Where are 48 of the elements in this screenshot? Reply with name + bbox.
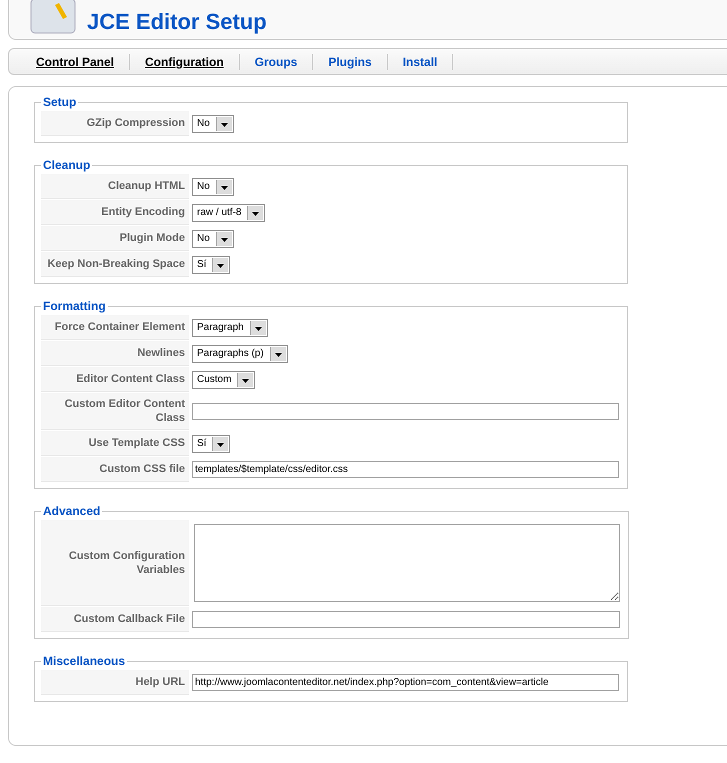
field-label: Custom Configuration Variables (41, 520, 189, 606)
caret-icon (250, 320, 266, 334)
nav-link[interactable]: Groups (240, 54, 314, 70)
field-label: Cleanup HTML (41, 174, 189, 199)
dropdown[interactable]: Paragraph (192, 318, 268, 336)
nav-link[interactable]: Install (388, 54, 454, 70)
caret-icon (216, 116, 232, 130)
caret-icon (212, 436, 228, 450)
field-label: Use Template CSS (41, 431, 189, 456)
dropdown[interactable]: Sí (192, 434, 230, 452)
dropdown[interactable]: No (192, 178, 234, 196)
field-label: Entity Encoding (41, 200, 189, 225)
input-field[interactable] (192, 403, 619, 420)
nav-link[interactable]: Configuration (130, 54, 240, 70)
dropdown[interactable]: No (192, 230, 234, 248)
caret-icon (237, 372, 254, 386)
field-label: Keep Non-Breaking Space (41, 252, 189, 277)
group-title: Formatting (42, 299, 107, 313)
input-field[interactable]: http://www.joomlacontenteditor.net/index.php?option=com_content&view=article (192, 674, 619, 691)
group-title: Advanced (42, 504, 102, 518)
dropdown[interactable]: Custom (192, 370, 256, 388)
field-label: Help URL (41, 670, 189, 695)
caret-icon (270, 346, 286, 360)
group-title: Cleanup (42, 158, 92, 172)
input-field[interactable]: templates/$template/css/editor.css (192, 461, 619, 478)
caret-icon (212, 258, 228, 272)
field-label: GZip Compression (41, 111, 189, 136)
text-area[interactable] (194, 524, 620, 602)
caret-icon (247, 206, 264, 220)
field-label: Custom Callback File (41, 607, 189, 632)
page-title: JCE Editor Setup (87, 9, 267, 35)
nav-link[interactable]: Plugins (313, 54, 388, 70)
caret-icon (216, 180, 232, 194)
dropdown[interactable]: Sí (192, 256, 230, 274)
input-field[interactable] (192, 611, 620, 628)
nav-link[interactable]: Control Panel (21, 54, 130, 70)
dropdown[interactable]: Paragraphs (p) (192, 344, 288, 362)
field-label: Plugin Mode (41, 226, 189, 251)
caret-icon (216, 232, 232, 246)
field-label: Custom Editor Content Class (41, 393, 189, 430)
field-label: Editor Content Class (41, 367, 189, 392)
group-title: Miscellaneous (42, 654, 126, 668)
field-label: Custom CSS file (41, 457, 189, 482)
dropdown[interactable]: No (192, 114, 234, 132)
dropdown[interactable]: raw / utf-8 (192, 204, 266, 222)
group-title: Setup (42, 95, 78, 109)
field-label: Force Container Element (41, 315, 189, 340)
field-label: Newlines (41, 341, 189, 366)
